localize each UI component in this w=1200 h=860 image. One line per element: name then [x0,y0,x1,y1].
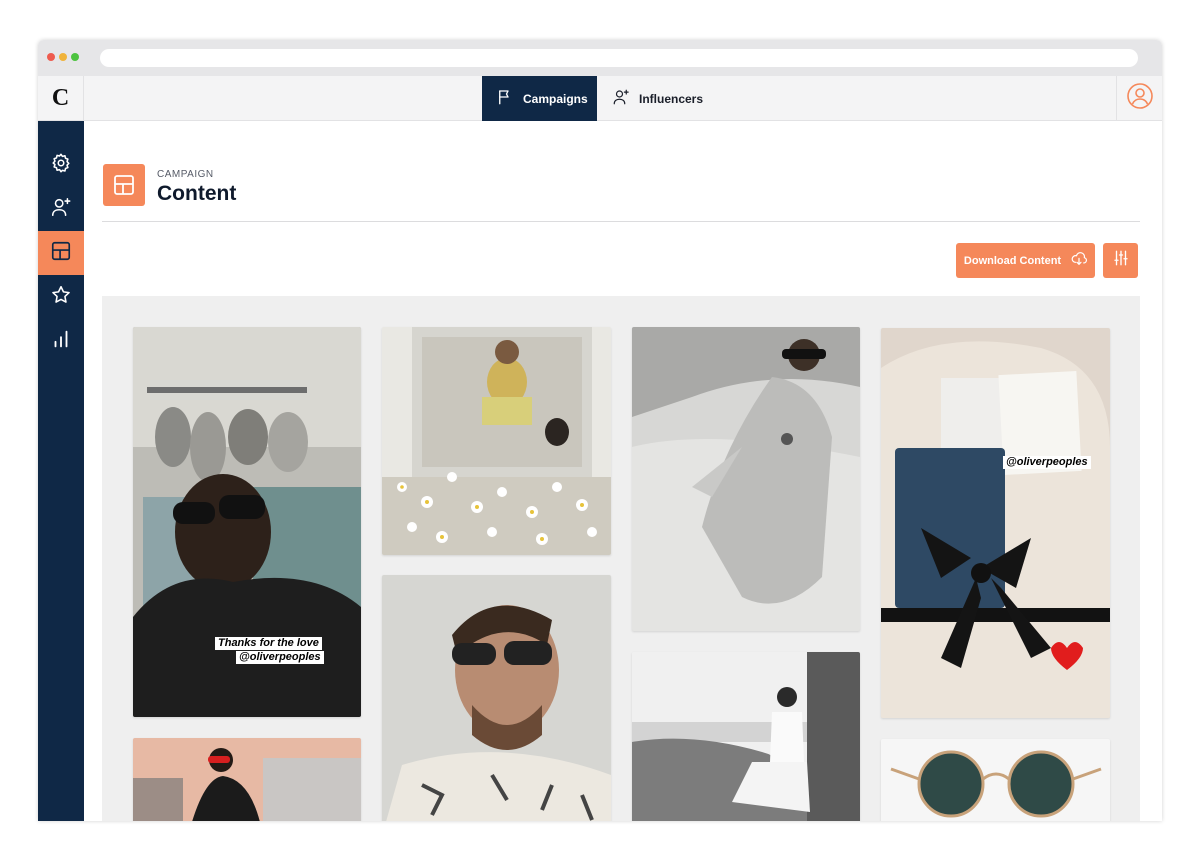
post-caption-line-2: @oliverpeoples [236,651,324,664]
flag-icon [496,88,514,109]
app-logo[interactable]: C [38,76,84,121]
minimize-window-dot[interactable] [59,53,67,61]
profile-button[interactable] [1116,76,1162,121]
post-image [382,575,611,821]
sidebar-item-favorites[interactable] [38,275,84,319]
cloud-download-icon [1071,251,1088,270]
user-circle-icon [1126,82,1154,115]
post-image [881,739,1110,821]
close-window-dot[interactable] [47,53,55,61]
content-post[interactable]: @oliverpeoples [881,328,1110,718]
post-image [881,328,1110,718]
sidebar-item-settings[interactable] [38,143,84,187]
sidebar-item-influencers[interactable] [38,187,84,231]
tab-influencers-label: Influencers [639,91,704,106]
user-plus-icon [50,196,72,223]
post-caption-line-1: Thanks for the love [215,637,322,650]
post-caption-line-1: @oliverpeoples [1003,456,1091,469]
address-bar[interactable] [100,49,1138,67]
tab-campaigns[interactable]: Campaigns [482,76,597,121]
download-content-button[interactable]: Download Content [956,243,1095,278]
logo-letter: C [51,85,70,111]
maximize-window-dot[interactable] [71,53,79,61]
top-navigation: C Campaigns Influencers [38,76,1162,121]
star-icon [50,284,72,311]
sidebar-item-analytics[interactable] [38,319,84,363]
gear-icon [50,152,72,179]
layout-grid-icon [50,240,72,267]
user-plus-icon [612,88,630,109]
sidebar [38,121,84,821]
sidebar-item-content[interactable] [38,231,84,275]
post-image [382,327,611,555]
post-image [133,738,361,821]
content-post[interactable] [632,652,860,821]
filter-button[interactable] [1103,243,1138,278]
content-post[interactable] [632,327,860,631]
content-post[interactable] [382,327,611,555]
content-post[interactable]: Thanks for the love @oliverpeoples [133,327,361,717]
sliders-icon [1112,249,1130,272]
content-post[interactable] [881,739,1110,821]
browser-chrome [38,40,1162,76]
browser-window: C Campaigns Influencers CAMPAIGN Content… [38,40,1162,821]
content-header-icon [103,164,145,206]
download-content-label: Download Content [963,254,1062,267]
layout-grid-icon [114,175,134,195]
post-image [632,327,860,631]
main-content: CAMPAIGN Content Download Content Thanks… [84,121,1162,821]
page-title: Content [157,182,237,205]
post-image [632,652,860,821]
header-divider [102,221,1140,222]
content-post[interactable] [382,575,611,821]
tab-influencers[interactable]: Influencers [598,76,718,121]
bar-chart-icon [50,328,72,355]
content-post[interactable] [133,738,361,821]
tab-campaigns-label: Campaigns [523,91,588,106]
content-gallery: Thanks for the love @oliverpeoples @oliv… [102,296,1140,821]
page-eyebrow: CAMPAIGN [157,169,214,180]
